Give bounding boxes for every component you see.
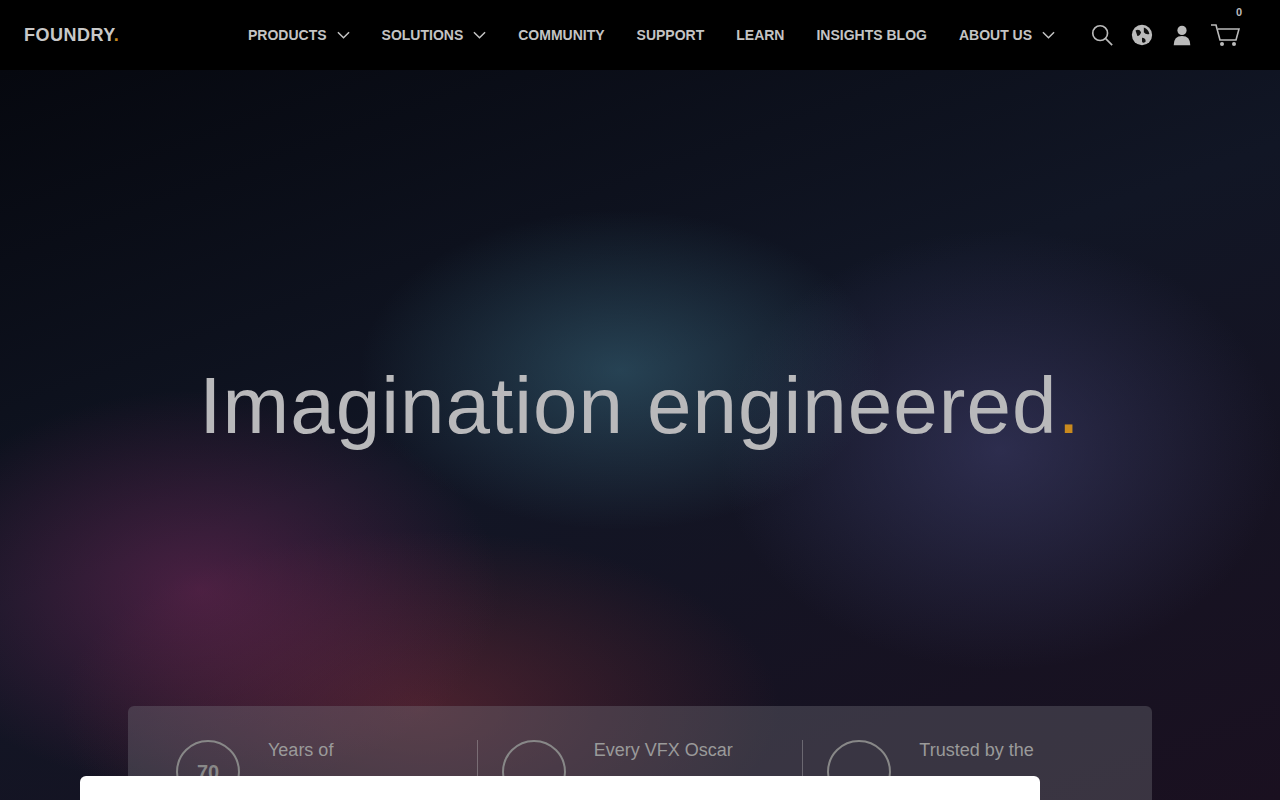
chevron-down-icon: [473, 31, 486, 39]
nav-item[interactable]: PRODUCTS: [248, 27, 350, 43]
cart-icon: [1210, 22, 1240, 48]
page: FOUNDRY.PRODUCTS SOLUTIONS COMMUNITY SUPPOR…: [0, 0, 1280, 800]
chevron-down-icon: [1042, 31, 1055, 39]
nav-item[interactable]: INSIGHTS BLOG: [816, 27, 926, 43]
nav-menu: PRODUCTS SOLUTIONS COMMUNITY SUPPORT LEARN IN…: [248, 27, 1055, 43]
nav-item[interactable]: COMMUNITY: [518, 27, 604, 43]
cart[interactable]: 0: [1210, 22, 1240, 48]
nav-item[interactable]: SOLUTIONS: [382, 27, 487, 43]
modal-dialog[interactable]: [80, 776, 1040, 800]
hero-headline: Imagination engineered.: [199, 360, 1080, 452]
user-icon[interactable]: [1170, 23, 1194, 47]
nav-bar: FOUNDRY.PRODUCTS SOLUTIONS COMMUNITY SUPPOR…: [0, 0, 1280, 70]
chevron-down-icon: [337, 31, 350, 39]
cart-count: 0: [1236, 6, 1242, 18]
nav-item[interactable]: LEARN: [736, 27, 784, 43]
nav-item[interactable]: SUPPORT: [637, 27, 705, 43]
nav-item[interactable]: ABOUT US: [959, 27, 1055, 43]
search-icon[interactable]: [1090, 23, 1114, 47]
logo[interactable]: FOUNDRY.: [24, 25, 248, 46]
nav-tools: 0: [1090, 22, 1240, 48]
globe-icon[interactable]: [1130, 23, 1154, 47]
hero: Imagination engineered.70Years ofEvery V…: [0, 70, 1280, 800]
